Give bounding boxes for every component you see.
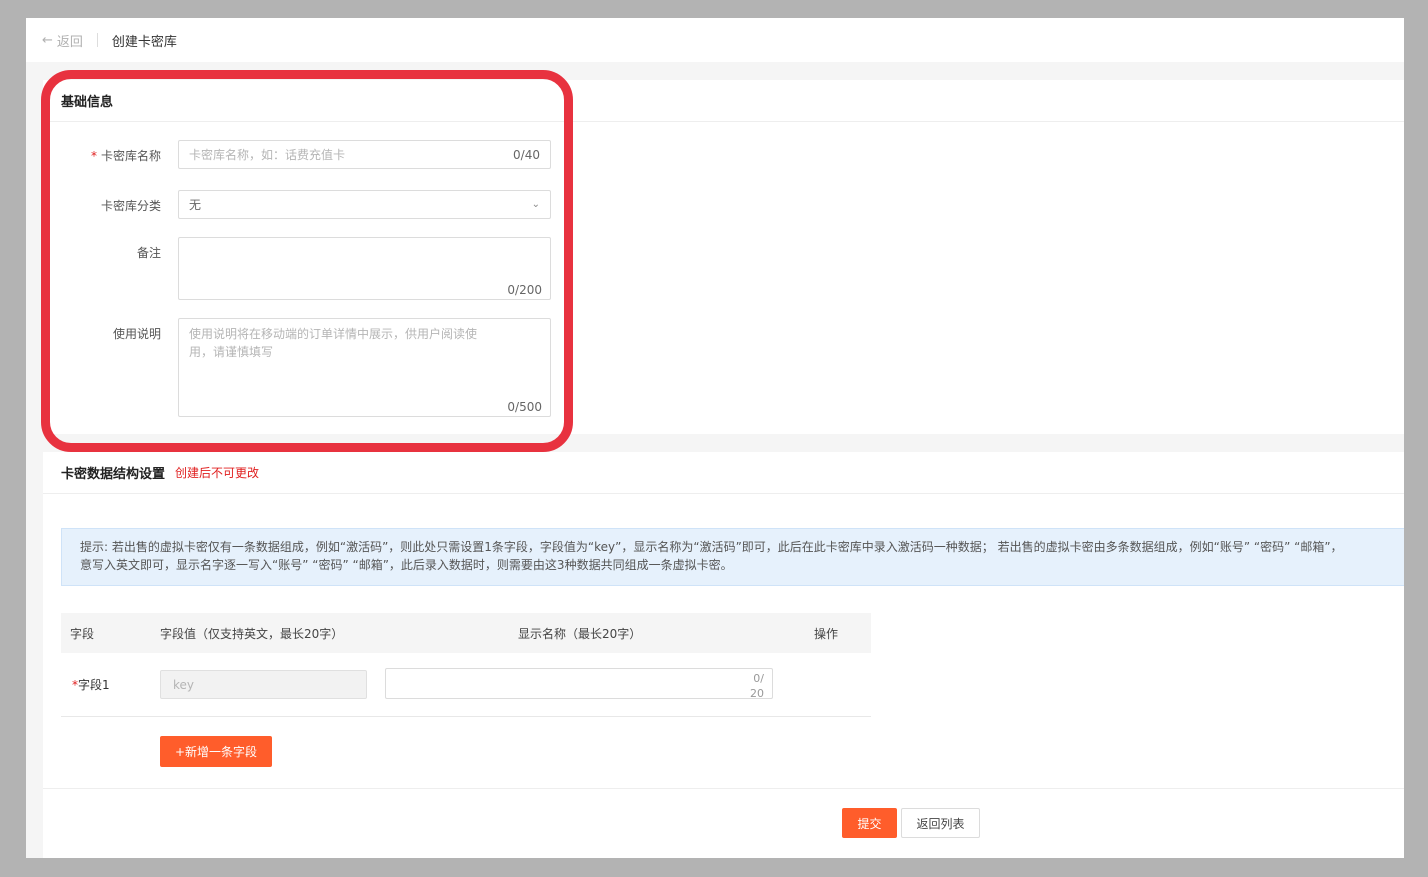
top-bar: ← 返回 创建卡密库 [26, 18, 1404, 62]
header-divider [96, 33, 98, 47]
submit-button[interactable]: 提交 [842, 808, 897, 838]
usage-control: 使用说明将在移动端的订单详情中展示，供用户阅读使用，请谨慎填写 0/500 [178, 318, 551, 417]
column-header-field: 字段 [70, 626, 95, 641]
usage-placeholder: 使用说明将在移动端的订单详情中展示，供用户阅读使用，请谨慎填写 [189, 327, 478, 359]
field-table: 字段 字段值（仅支持英文，最长20字） 显示名称（最长20字） 操作 *字段1 … [61, 613, 871, 767]
tip-box: 提示: 若出售的虚拟卡密仅有一条数据组成，例如“激活码”，则此处只需设置1条字段… [61, 528, 1404, 586]
back-to-list-button[interactable]: 返回列表 [901, 808, 980, 838]
tip-line-2: 意写入英文即可，显示名字逐一写入“账号” “密码” “邮箱”，此后录入数据时，则… [80, 558, 733, 572]
field-key-placeholder: key [173, 677, 195, 692]
screenshot-frame: ← 返回 创建卡密库 基础信息 * 卡密库名称 卡密库名称，如：话费充值卡 0/4… [0, 0, 1428, 877]
footer-bar: 提交 返回列表 [43, 788, 1404, 858]
field-key-input[interactable]: key [160, 670, 367, 699]
add-field-button[interactable]: +新增一条字段 [160, 736, 272, 767]
remark-control: 0/200 [178, 237, 551, 300]
form-row-usage: 使用说明 使用说明将在移动端的订单详情中展示，供用户阅读使用，请谨慎填写 0/5… [43, 318, 551, 417]
back-button[interactable]: ← 返回 [42, 31, 83, 50]
category-selected-value: 无 [189, 198, 202, 212]
category-label: 卡密库分类 [100, 199, 161, 213]
required-mark: * [90, 149, 97, 163]
form-row-name: * 卡密库名称 卡密库名称，如：话费充值卡 0/40 [43, 140, 551, 169]
category-select[interactable]: 无 ⌄ [178, 190, 551, 219]
column-header-action: 操作 [814, 626, 839, 641]
column-header-display-name: 显示名称（最长20字） [518, 626, 642, 641]
structure-title: 卡密数据结构设置 [61, 467, 166, 482]
basic-info-title: 基础信息 [61, 95, 114, 110]
usage-label: 使用说明 [112, 327, 161, 341]
form-row-remark: 备注 0/200 [43, 237, 551, 300]
library-name-placeholder: 卡密库名称，如：话费充值卡 [189, 148, 346, 162]
structure-header: 卡密数据结构设置 创建后不可更改 [43, 452, 1404, 494]
column-header-key: 字段值（仅支持英文，最长20字） [160, 626, 344, 641]
library-name-counter: 0/40 [513, 147, 540, 162]
remark-label: 备注 [136, 246, 161, 260]
tip-line-1: 提示: 若出售的虚拟卡密仅有一条数据组成，例如“激活码”，则此处只需设置1条字段… [80, 540, 1343, 554]
library-name-input[interactable]: 卡密库名称，如：话费充值卡 0/40 [178, 140, 551, 169]
usage-counter: 0/500 [507, 400, 542, 414]
arrow-left-icon: ← [42, 32, 53, 48]
table-header: 字段 字段值（仅支持英文，最长20字） 显示名称（最长20字） 操作 [61, 613, 871, 653]
name-label: * 卡密库名称 [90, 149, 161, 163]
remark-counter: 0/200 [507, 283, 542, 297]
usage-textarea[interactable]: 使用说明将在移动端的订单详情中展示，供用户阅读使用，请谨慎填写 0/500 [178, 318, 551, 417]
form-row-category: 卡密库分类 无 ⌄ [43, 190, 551, 219]
display-name-counter: 0/ 20 [750, 672, 764, 700]
structure-warning: 创建后不可更改 [175, 466, 260, 480]
chevron-down-icon: ⌄ [531, 199, 540, 210]
field-name-cell: *字段1 [72, 678, 110, 692]
table-row: *字段1 key 0/ 20 [61, 653, 871, 717]
remark-textarea[interactable]: 0/200 [178, 237, 551, 300]
basic-info-header: 基础信息 [43, 80, 1404, 122]
category-control: 无 ⌄ [178, 190, 551, 219]
app-window: ← 返回 创建卡密库 基础信息 * 卡密库名称 卡密库名称，如：话费充值卡 0/4… [26, 18, 1404, 858]
page-title: 创建卡密库 [111, 34, 177, 50]
structure-section: 卡密数据结构设置 创建后不可更改 提示: 若出售的虚拟卡密仅有一条数据组成，例如… [43, 452, 1404, 788]
back-label: 返回 [56, 34, 83, 50]
name-control: 卡密库名称，如：话费充值卡 0/40 [178, 140, 551, 169]
display-name-input[interactable]: 0/ 20 [385, 668, 773, 700]
basic-info-section: 基础信息 *卡密库名称 卡密库名称，如：话费充值卡 0/40 卡密库分类 无 [43, 80, 1404, 434]
